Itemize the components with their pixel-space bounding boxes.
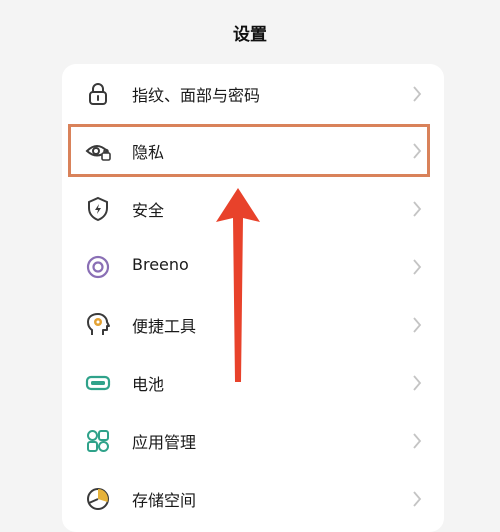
chevron-right-icon xyxy=(412,142,422,160)
settings-item-privacy[interactable]: 隐私 xyxy=(62,123,444,180)
privacy-eye-icon xyxy=(84,137,112,165)
chevron-right-icon xyxy=(412,374,422,392)
settings-item-label: 存储空间 xyxy=(132,491,197,510)
breeno-icon xyxy=(84,253,112,281)
settings-item-label: 安全 xyxy=(132,201,165,220)
settings-item-label: 电池 xyxy=(132,375,165,394)
storage-pie-icon xyxy=(84,485,112,513)
settings-item-label: 应用管理 xyxy=(132,433,197,452)
page-title: 设置 xyxy=(233,25,267,45)
settings-item-fingerprint-face-password[interactable]: 指纹、面部与密码 xyxy=(62,66,444,123)
settings-item-storage[interactable]: 存储空间 xyxy=(62,471,444,528)
chevron-right-icon xyxy=(412,490,422,508)
chevron-right-icon xyxy=(412,316,422,334)
chevron-right-icon xyxy=(412,200,422,218)
annotation-arrow xyxy=(214,188,262,382)
apps-icon xyxy=(84,427,112,455)
chevron-right-icon xyxy=(412,432,422,450)
settings-item-label: 隐私 xyxy=(132,143,165,162)
lock-icon xyxy=(84,80,112,108)
chevron-right-icon xyxy=(412,85,422,103)
settings-item-label: 便捷工具 xyxy=(132,317,197,336)
chevron-right-icon xyxy=(412,258,422,276)
settings-item-label: Breeno xyxy=(132,255,189,274)
battery-icon xyxy=(84,369,112,397)
shield-icon xyxy=(84,195,112,223)
settings-item-app-management[interactable]: 应用管理 xyxy=(62,413,444,470)
tools-head-icon xyxy=(84,311,112,339)
settings-item-label: 指纹、面部与密码 xyxy=(132,86,261,105)
